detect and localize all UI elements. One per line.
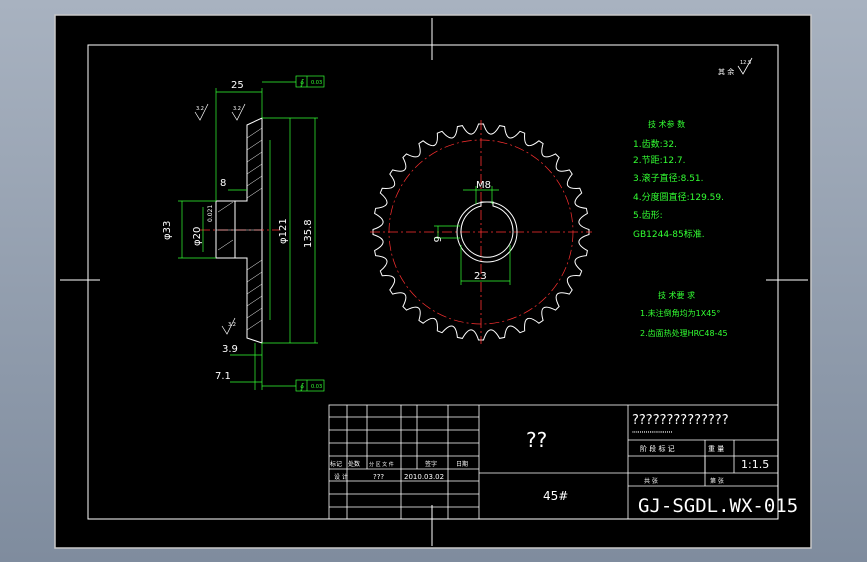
drawing-canvas[interactable]: 其 余 12.5 ∮ 0.03 ∮ 0.03 3.2 3.2 3.2 25 8 … — [0, 0, 867, 562]
svg-text:1:1.5: 1:1.5 — [741, 458, 769, 471]
svg-text:签字: 签字 — [425, 460, 437, 468]
svg-text:φ33: φ33 — [162, 221, 173, 240]
drawing-sheet — [54, 14, 812, 549]
svg-text:7.1: 7.1 — [215, 371, 231, 382]
svg-text:标记: 标记 — [330, 460, 342, 468]
svg-text:∮: ∮ — [300, 78, 304, 87]
svg-text:2.节距:12.7.: 2.节距:12.7. — [633, 155, 686, 166]
svg-text:3.9: 3.9 — [222, 344, 238, 355]
svg-text:3.滚子直径:8.51.: 3.滚子直径:8.51. — [633, 172, 704, 184]
svg-text:重 量: 重 量 — [708, 445, 724, 453]
svg-text:阶 段 标 记: 阶 段 标 记 — [640, 444, 675, 453]
svg-text:2010.03.02: 2010.03.02 — [404, 473, 444, 481]
svg-text:设 计: 设 计 — [334, 473, 348, 481]
svg-text:''''''''''''''''''''': ''''''''''''''''''''' — [632, 430, 672, 438]
svg-text:25: 25 — [231, 80, 244, 91]
svg-text:GB1244-85标准.: GB1244-85标准. — [633, 228, 705, 240]
svg-text:4.分度圆直径:129.59.: 4.分度圆直径:129.59. — [633, 191, 724, 203]
svg-text:∮: ∮ — [300, 382, 304, 391]
svg-text:M8: M8 — [476, 180, 491, 191]
svg-text:GJ-SGDL.WX-015: GJ-SGDL.WX-015 — [638, 495, 798, 517]
svg-text:共 张: 共 张 — [644, 477, 658, 485]
svg-text:6: 6 — [431, 236, 442, 242]
svg-text:第 张: 第 张 — [710, 477, 724, 485]
svg-text:1.未注倒角均为1X45°: 1.未注倒角均为1X45° — [640, 308, 720, 318]
svg-text:??????????????: ?????????????? — [632, 413, 729, 428]
svg-text:???: ??? — [373, 473, 384, 481]
svg-text:处数: 处数 — [348, 460, 360, 468]
cad-viewport[interactable]: 其 余 12.5 ∮ 0.03 ∮ 0.03 3.2 3.2 3.2 25 8 … — [0, 0, 867, 562]
svg-text:3.2: 3.2 — [196, 106, 204, 112]
svg-text:3.2: 3.2 — [233, 106, 241, 112]
svg-text:45#: 45# — [543, 489, 568, 503]
svg-text:2.齿面热处理HRC48-45: 2.齿面热处理HRC48-45 — [640, 328, 728, 338]
svg-text:φ20: φ20 — [192, 227, 203, 246]
svg-text:135.8: 135.8 — [303, 219, 314, 248]
svg-text:12.5: 12.5 — [740, 60, 751, 66]
svg-text:分 区 文 件: 分 区 文 件 — [369, 461, 394, 468]
svg-text:日期: 日期 — [456, 460, 468, 468]
svg-text:1.齿数:32.: 1.齿数:32. — [633, 138, 677, 150]
svg-text:23: 23 — [474, 271, 487, 282]
svg-text:8: 8 — [220, 178, 226, 189]
svg-text:0.03: 0.03 — [311, 384, 322, 390]
svg-text:0.021: 0.021 — [207, 205, 214, 222]
svg-text:??: ?? — [526, 428, 547, 452]
svg-text:φ121: φ121 — [278, 218, 289, 244]
svg-text:0.03: 0.03 — [311, 80, 322, 86]
svg-text:3.2: 3.2 — [228, 322, 236, 328]
svg-text:5.齿形:: 5.齿形: — [633, 209, 663, 221]
svg-text:技 术参 数: 技 术参 数 — [648, 119, 685, 129]
svg-text:其 余: 其 余 — [718, 67, 734, 76]
svg-text:技 术要 求: 技 术要 求 — [658, 290, 695, 300]
